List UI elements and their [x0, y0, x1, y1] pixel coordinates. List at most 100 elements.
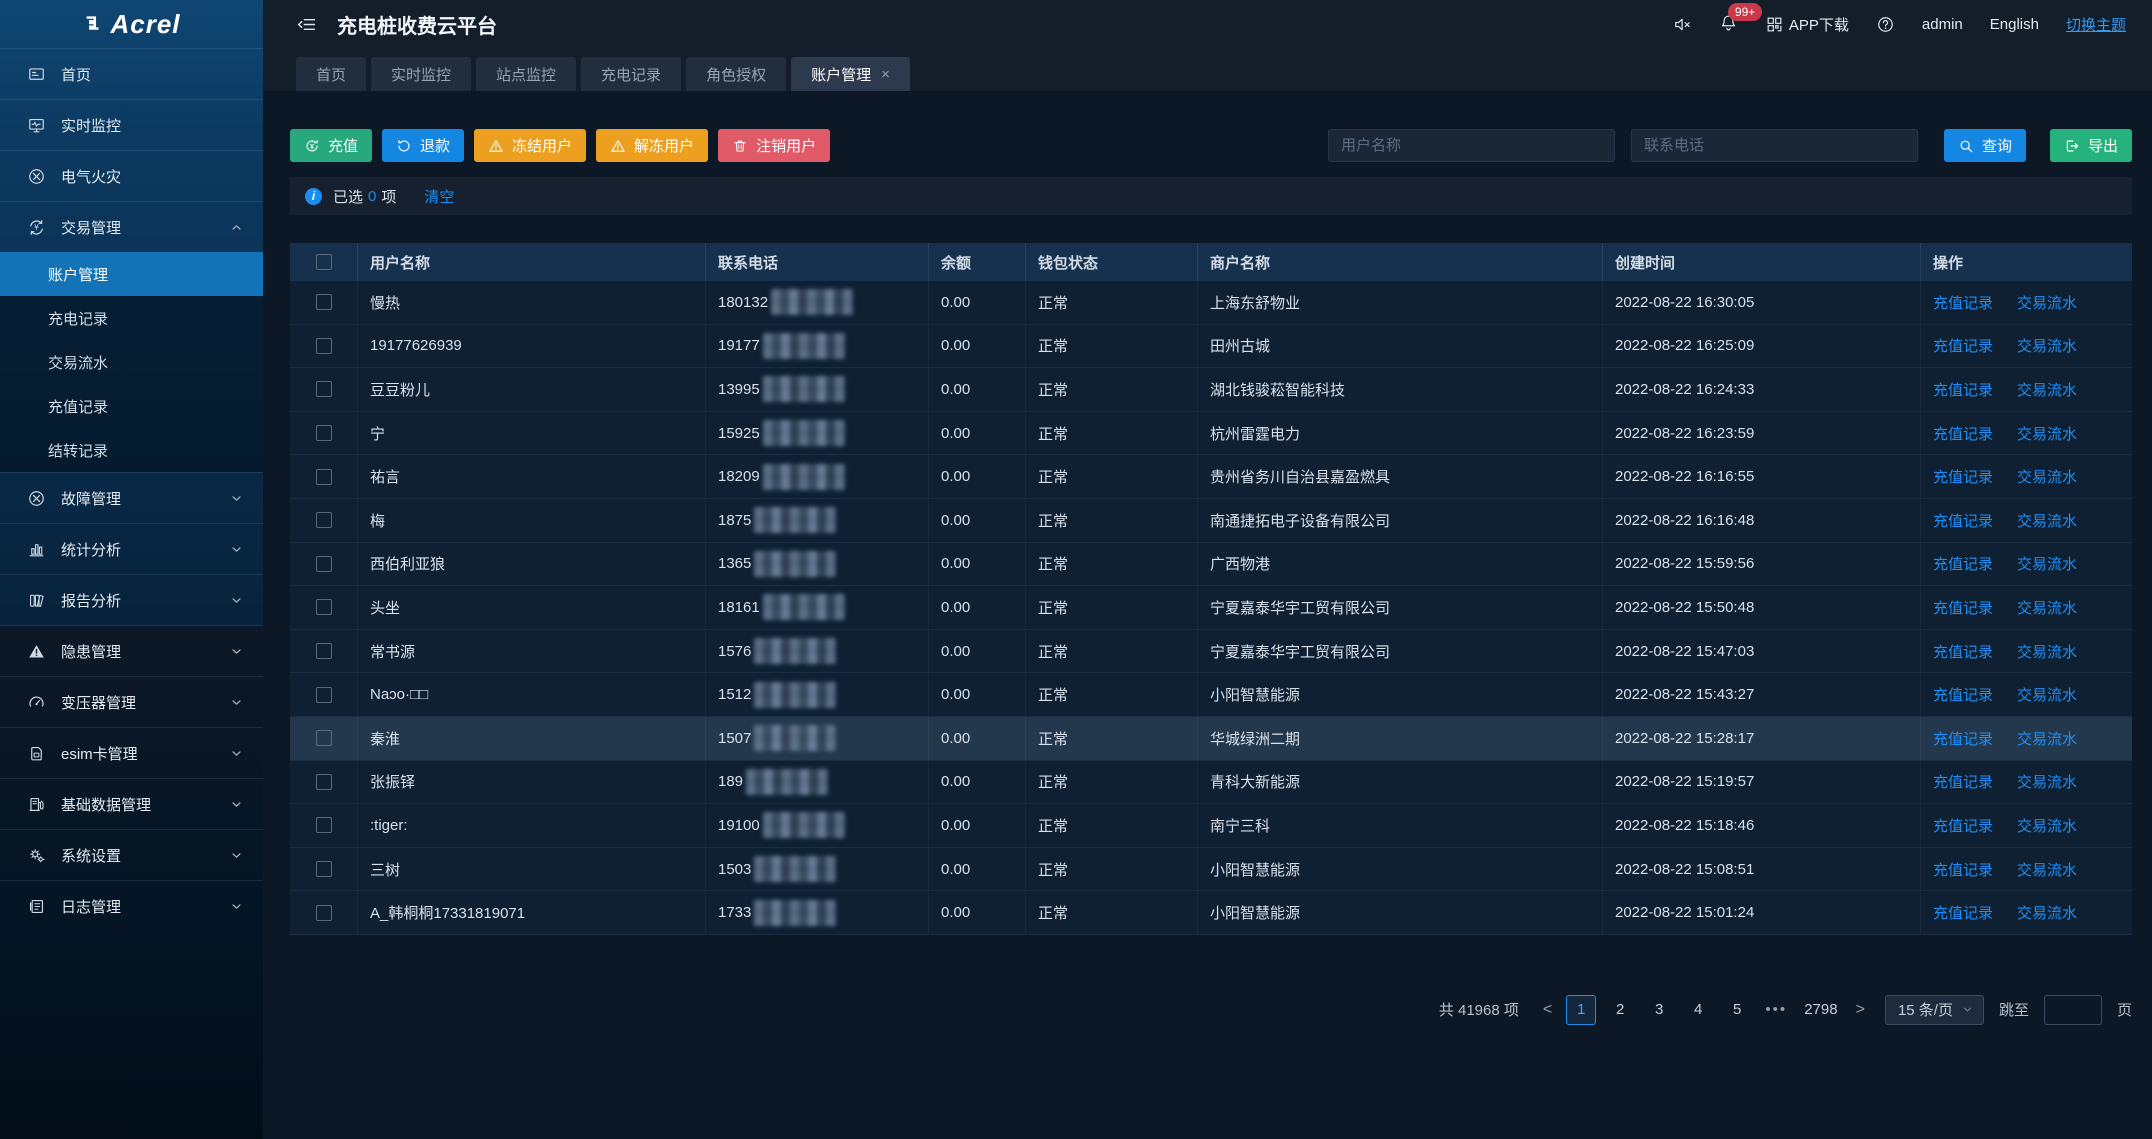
phone-filter-input[interactable] — [1631, 129, 1918, 162]
row-checkbox[interactable] — [316, 774, 332, 790]
collapse-sidebar-icon[interactable] — [296, 14, 317, 35]
tab-2[interactable]: 站点监控 — [476, 57, 576, 91]
row-checkbox[interactable] — [316, 294, 332, 310]
sidebar-subitem-4[interactable]: 结转记录 — [0, 428, 263, 472]
row-checkbox[interactable] — [316, 817, 332, 833]
refund-button[interactable]: 退款 — [382, 129, 464, 162]
sidebar-item-2[interactable]: 电气火灾 — [0, 150, 263, 201]
sidebar-item-4[interactable]: 故障管理 — [0, 472, 263, 523]
recharge-record-link[interactable]: 充值记录 — [1933, 771, 1993, 792]
transaction-flow-link[interactable]: 交易流水 — [2017, 379, 2077, 400]
row-checkbox[interactable] — [316, 861, 332, 877]
recharge-record-link[interactable]: 充值记录 — [1933, 641, 1993, 662]
tab-4[interactable]: 角色授权 — [686, 57, 786, 91]
row-checkbox[interactable] — [316, 425, 332, 441]
transaction-flow-link[interactable]: 交易流水 — [2017, 466, 2077, 487]
sidebar-item-7[interactable]: 隐患管理 — [0, 625, 263, 676]
notifications[interactable]: 99+ — [1719, 13, 1738, 36]
recharge-record-link[interactable]: 充值记录 — [1933, 379, 1993, 400]
recharge-record-link[interactable]: 充值记录 — [1933, 597, 1993, 618]
row-checkbox[interactable] — [316, 469, 332, 485]
recharge-record-link[interactable]: 充值记录 — [1933, 902, 1993, 923]
unfreeze-user-button[interactable]: 解冻用户 — [596, 129, 708, 162]
row-checkbox[interactable] — [316, 556, 332, 572]
deregister-user-button[interactable]: 注销用户 — [718, 129, 830, 162]
export-button[interactable]: 导出 — [2050, 129, 2132, 162]
sidebar-subitem-0[interactable]: 账户管理 — [0, 252, 263, 296]
transaction-flow-link[interactable]: 交易流水 — [2017, 510, 2077, 531]
username-filter-input[interactable] — [1328, 129, 1615, 162]
transaction-flow-link[interactable]: 交易流水 — [2017, 553, 2077, 574]
transaction-flow-link[interactable]: 交易流水 — [2017, 728, 2077, 749]
tab-0[interactable]: 首页 — [296, 57, 366, 91]
select-all-checkbox[interactable] — [316, 254, 332, 270]
recharge-record-link[interactable]: 充值记录 — [1933, 466, 1993, 487]
recharge-record-link[interactable]: 充值记录 — [1933, 684, 1993, 705]
app-download[interactable]: APP下载 — [1765, 14, 1849, 35]
page-number[interactable]: 1 — [1566, 995, 1596, 1025]
row-checkbox[interactable] — [316, 643, 332, 659]
transaction-flow-link[interactable]: 交易流水 — [2017, 815, 2077, 836]
language-switch[interactable]: English — [1990, 16, 2039, 33]
transaction-flow-link[interactable]: 交易流水 — [2017, 597, 2077, 618]
sidebar-subitem-2[interactable]: 交易流水 — [0, 340, 263, 384]
help-icon[interactable] — [1876, 15, 1895, 34]
page-number[interactable]: 2 — [1605, 995, 1635, 1025]
clear-selection-link[interactable]: 清空 — [424, 186, 454, 207]
recharge-record-link[interactable]: 充值记录 — [1933, 292, 1993, 313]
page-number[interactable]: 4 — [1683, 995, 1713, 1025]
recharge-record-link[interactable]: 充值记录 — [1933, 510, 1993, 531]
recharge-record-link[interactable]: 充值记录 — [1933, 815, 1993, 836]
page-number[interactable]: ••• — [1761, 995, 1791, 1025]
recharge-record-link[interactable]: 充值记录 — [1933, 335, 1993, 356]
sidebar-item-0[interactable]: 首页 — [0, 48, 263, 99]
sidebar-item-1[interactable]: 实时监控 — [0, 99, 263, 150]
next-page-arrow[interactable]: > — [1851, 1001, 1870, 1019]
search-button[interactable]: 查询 — [1944, 129, 2026, 162]
sidebar-item-12[interactable]: 日志管理 — [0, 880, 263, 931]
tab-close-icon[interactable]: × — [881, 67, 890, 82]
freeze-user-button[interactable]: 冻结用户 — [474, 129, 586, 162]
prev-page-arrow[interactable]: < — [1538, 1001, 1557, 1019]
sidebar-item-8[interactable]: 变压器管理 — [0, 676, 263, 727]
recharge-button[interactable]: 充值 — [290, 129, 372, 162]
sidebar-item-10[interactable]: 基础数据管理 — [0, 778, 263, 829]
tab-3[interactable]: 充电记录 — [581, 57, 681, 91]
row-checkbox[interactable] — [316, 599, 332, 615]
row-checkbox[interactable] — [316, 512, 332, 528]
tab-5[interactable]: 账户管理 × — [791, 57, 910, 91]
sidebar-subitem-1[interactable]: 充电记录 — [0, 296, 263, 340]
transaction-flow-link[interactable]: 交易流水 — [2017, 641, 2077, 662]
transaction-flow-link[interactable]: 交易流水 — [2017, 423, 2077, 444]
sidebar-item-6[interactable]: 报告分析 — [0, 574, 263, 625]
transaction-flow-link[interactable]: 交易流水 — [2017, 771, 2077, 792]
transaction-flow-link[interactable]: 交易流水 — [2017, 684, 2077, 705]
sidebar-item-3[interactable]: 交易管理 — [0, 201, 263, 252]
recharge-record-link[interactable]: 充值记录 — [1933, 423, 1993, 444]
page-size-select[interactable]: 15 条/页 — [1885, 995, 1984, 1025]
row-checkbox[interactable] — [316, 687, 332, 703]
page-number[interactable]: 5 — [1722, 995, 1752, 1025]
page-number[interactable]: 3 — [1644, 995, 1674, 1025]
tab-1[interactable]: 实时监控 — [371, 57, 471, 91]
row-checkbox[interactable] — [316, 381, 332, 397]
user-menu[interactable]: admin — [1922, 16, 1963, 33]
transaction-flow-link[interactable]: 交易流水 — [2017, 292, 2077, 313]
jump-page-input[interactable] — [2044, 995, 2102, 1025]
row-checkbox[interactable] — [316, 905, 332, 921]
row-checkbox[interactable] — [316, 338, 332, 354]
recharge-record-link[interactable]: 充值记录 — [1933, 859, 1993, 880]
row-checkbox[interactable] — [316, 730, 332, 746]
sidebar-item-9[interactable]: esim卡管理 — [0, 727, 263, 778]
transaction-flow-link[interactable]: 交易流水 — [2017, 902, 2077, 923]
sidebar-item-5[interactable]: 统计分析 — [0, 523, 263, 574]
transaction-flow-link[interactable]: 交易流水 — [2017, 859, 2077, 880]
transaction-flow-link[interactable]: 交易流水 — [2017, 335, 2077, 356]
sidebar-subitem-3[interactable]: 充值记录 — [0, 384, 263, 428]
recharge-record-link[interactable]: 充值记录 — [1933, 728, 1993, 749]
page-number[interactable]: 2798 — [1800, 995, 1841, 1025]
theme-switch-link[interactable]: 切换主题 — [2066, 14, 2126, 35]
mute-icon[interactable] — [1673, 15, 1692, 34]
recharge-record-link[interactable]: 充值记录 — [1933, 553, 1993, 574]
sidebar-item-11[interactable]: 系统设置 — [0, 829, 263, 880]
